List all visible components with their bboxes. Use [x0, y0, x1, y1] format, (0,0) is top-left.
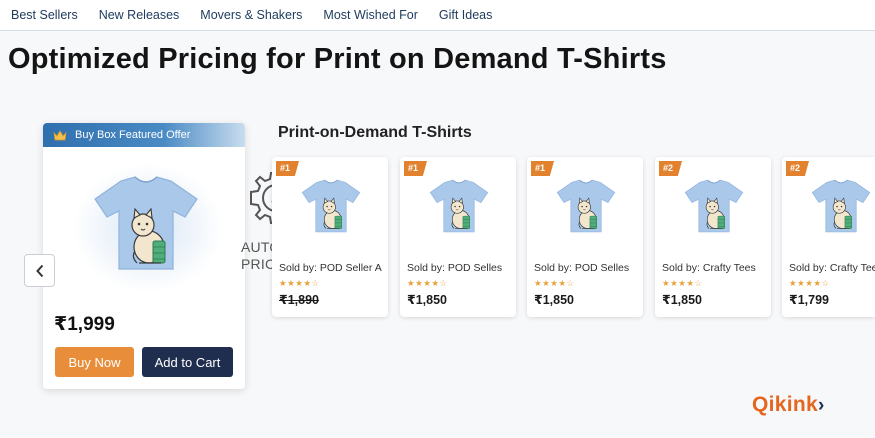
product-card[interactable]: #2 Sold by: Crafty Tees ★★★★☆ ₹1,799 — [782, 157, 875, 317]
product-card[interactable]: #2 Sold by: Crafty Tees ★★★★☆ ₹1,850 — [655, 157, 771, 317]
seller-name: Sold by: POD Seller A — [279, 262, 382, 274]
tshirt-image — [683, 177, 745, 235]
product-price: ₹1,850 — [407, 293, 447, 307]
nav-new-releases[interactable]: New Releases — [99, 8, 180, 22]
top-nav: Best Sellers New Releases Movers & Shake… — [0, 0, 875, 31]
product-card[interactable]: #1 Sold by: POD Seller A ★★★★☆ ₹1,890 — [272, 157, 388, 317]
logo-text: Qikink — [752, 393, 818, 416]
tshirt-image — [428, 177, 490, 235]
star-rating: ★★★★☆ — [534, 278, 575, 288]
rank-badge: #2 — [659, 161, 683, 176]
product-card[interactable]: #1 Sold by: POD Selles ★★★★☆ ₹1,850 — [400, 157, 516, 317]
featured-offer-title: Buy Box Featured Offer — [75, 129, 191, 141]
carousel-prev-button[interactable] — [24, 254, 55, 287]
seller-name: Sold by: POD Selles — [407, 262, 503, 274]
chevron-left-icon — [35, 264, 43, 277]
star-rating: ★★★★☆ — [789, 278, 830, 288]
tshirt-image — [555, 177, 617, 235]
nav-movers-shakers[interactable]: Movers & Shakers — [200, 8, 302, 22]
nav-most-wished-for[interactable]: Most Wished For — [323, 8, 417, 22]
rank-badge: #1 — [276, 161, 300, 176]
product-price: ₹1,799 — [789, 293, 829, 307]
nav-gift-ideas[interactable]: Gift Ideas — [439, 8, 493, 22]
logo-chevron: › — [818, 395, 825, 416]
star-rating: ★★★★☆ — [407, 278, 448, 288]
section-title: Print-on-Demand T-Shirts — [278, 124, 472, 141]
product-price: ₹1,850 — [534, 293, 574, 307]
star-rating: ★★★★☆ — [279, 278, 320, 288]
rank-badge: #2 — [786, 161, 810, 176]
star-rating: ★★★★☆ — [662, 278, 703, 288]
nav-best-sellers[interactable]: Best Sellers — [11, 8, 78, 22]
add-to-cart-button[interactable]: Add to Cart — [142, 347, 233, 377]
featured-offer-card: Buy Box Featured Offer ₹1,999 Buy Now Ad… — [43, 123, 245, 389]
seller-name: Sold by: Crafty Tees — [789, 262, 875, 274]
tshirt-image — [810, 177, 872, 235]
seller-name: Sold by: POD Selles — [534, 262, 630, 274]
page-title: Optimized Pricing for Print on Demand T-… — [8, 43, 667, 75]
tshirt-image — [300, 177, 362, 235]
qikink-logo: Qikink› — [752, 393, 825, 417]
featured-offer-header: Buy Box Featured Offer — [43, 123, 245, 147]
product-card[interactable]: #1 Sold by: POD Selles ★★★★☆ ₹1,850 — [527, 157, 643, 317]
seller-name: Sold by: Crafty Tees — [662, 262, 756, 274]
featured-tshirt-image — [91, 173, 201, 273]
product-price: ₹1,890 — [279, 293, 319, 307]
product-price: ₹1,850 — [662, 293, 702, 307]
crown-icon — [53, 129, 67, 140]
rank-badge: #1 — [531, 161, 555, 176]
featured-price: ₹1,999 — [54, 314, 115, 335]
buy-now-button[interactable]: Buy Now — [55, 347, 134, 377]
rank-badge: #1 — [404, 161, 428, 176]
